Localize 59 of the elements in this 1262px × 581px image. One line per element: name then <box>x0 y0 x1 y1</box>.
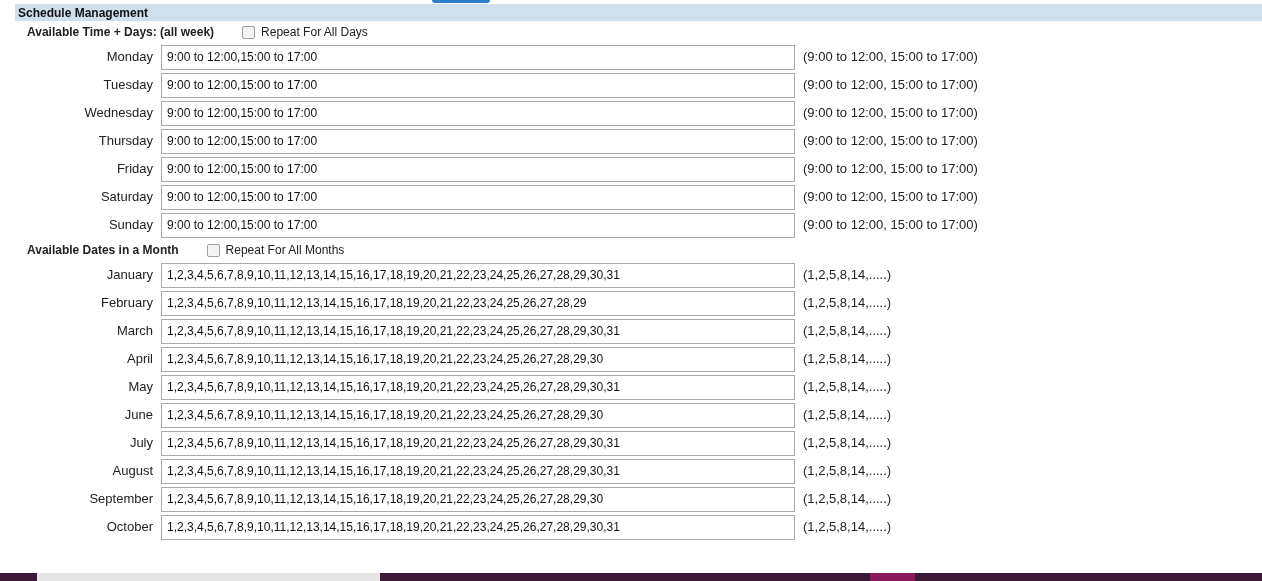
text-field[interactable]: 1,2,3,4,5,6,7,8,9,10,11,12,13,14,15,16,17,18,19,20,21,22,23,24,25,26,27,28,29,30,31 <box>161 262 795 288</box>
format-hint: (1,2,5,8,14,.....) <box>803 322 892 341</box>
row-label: August <box>111 462 154 481</box>
row-label: June <box>123 406 154 425</box>
row-label: March <box>115 322 154 341</box>
text-field[interactable]: 9:00 to 12:00,15:00 to 17:00 <box>161 212 795 238</box>
section-label: Available Time + Days: (all week) <box>27 24 215 41</box>
row-label: January <box>105 266 154 285</box>
row-label: July <box>128 434 154 453</box>
checkbox-label: Repeat For All Days <box>261 24 368 41</box>
checkbox-label: Repeat For All Months <box>225 242 345 259</box>
row-label: May <box>127 378 154 397</box>
format-hint: (1,2,5,8,14,.....) <box>803 266 892 285</box>
row-label: Tuesday <box>102 76 154 95</box>
row-label: Sunday <box>107 216 154 235</box>
format-hint: (1,2,5,8,14,.....) <box>803 406 892 425</box>
row-label: Wednesday <box>83 104 154 123</box>
text-field[interactable]: 1,2,3,4,5,6,7,8,9,10,11,12,13,14,15,16,17,18,19,20,21,22,23,24,25,26,27,28,29,30,31 <box>161 514 795 540</box>
text-field[interactable]: 1,2,3,4,5,6,7,8,9,10,11,12,13,14,15,16,17,18,19,20,21,22,23,24,25,26,27,28,29,30,31 <box>161 318 795 344</box>
text-field[interactable]: 9:00 to 12:00,15:00 to 17:00 <box>161 156 795 182</box>
text-field[interactable]: 1,2,3,4,5,6,7,8,9,10,11,12,13,14,15,16,17,18,19,20,21,22,23,24,25,26,27,28,29,30,31 <box>161 430 795 456</box>
format-hint: (1,2,5,8,14,.....) <box>803 462 892 481</box>
row-label: Saturday <box>99 188 154 207</box>
row-label: September <box>88 490 154 509</box>
checkbox[interactable] <box>206 243 220 257</box>
text-field[interactable]: 9:00 to 12:00,15:00 to 17:00 <box>161 44 795 70</box>
text-field[interactable]: 1,2,3,4,5,6,7,8,9,10,11,12,13,14,15,16,17,18,19,20,21,22,23,24,25,26,27,28,29 <box>161 290 795 316</box>
text-field[interactable]: 9:00 to 12:00,15:00 to 17:00 <box>161 100 795 126</box>
format-hint: (1,2,5,8,14,.....) <box>803 294 892 313</box>
format-hint: (1,2,5,8,14,.....) <box>803 434 892 453</box>
row-label: Monday <box>105 48 154 67</box>
text-field[interactable]: 1,2,3,4,5,6,7,8,9,10,11,12,13,14,15,16,17,18,19,20,21,22,23,24,25,26,27,28,29,30 <box>161 346 795 372</box>
text-field[interactable]: 1,2,3,4,5,6,7,8,9,10,11,12,13,14,15,16,17,18,19,20,21,22,23,24,25,26,27,28,29,30 <box>161 486 795 512</box>
text-field[interactable]: 1,2,3,4,5,6,7,8,9,10,11,12,13,14,15,16,17,18,19,20,21,22,23,24,25,26,27,28,29,30,31 <box>161 458 795 484</box>
text-field[interactable]: 9:00 to 12:00,15:00 to 17:00 <box>161 128 795 154</box>
text-field[interactable]: 9:00 to 12:00,15:00 to 17:00 <box>161 72 795 98</box>
format-hint: (1,2,5,8,14,.....) <box>803 490 892 509</box>
format-hint: (9:00 to 12:00, 15:00 to 17:00) <box>803 132 978 151</box>
row-label: Friday <box>115 160 154 179</box>
format-hint: (9:00 to 12:00, 15:00 to 17:00) <box>803 188 978 207</box>
format-hint: (1,2,5,8,14,.....) <box>803 518 892 537</box>
row-label: Thursday <box>97 132 154 151</box>
format-hint: (9:00 to 12:00, 15:00 to 17:00) <box>803 76 978 95</box>
text-field[interactable]: 9:00 to 12:00,15:00 to 17:00 <box>161 184 795 210</box>
checkbox[interactable] <box>242 25 256 39</box>
row-label: February <box>99 294 154 313</box>
format-hint: (1,2,5,8,14,.....) <box>803 350 892 369</box>
format-hint: (9:00 to 12:00, 15:00 to 17:00) <box>803 160 978 179</box>
row-label: October <box>105 518 154 537</box>
text-field[interactable]: 1,2,3,4,5,6,7,8,9,10,11,12,13,14,15,16,17,18,19,20,21,22,23,24,25,26,27,28,29,30,31 <box>161 374 795 400</box>
format-hint: (1,2,5,8,14,.....) <box>803 378 892 397</box>
format-hint: (9:00 to 12:00, 15:00 to 17:00) <box>803 216 978 235</box>
format-hint: (9:00 to 12:00, 15:00 to 17:00) <box>803 48 978 67</box>
row-label: April <box>126 350 154 369</box>
section-header: Schedule Management <box>15 4 1262 21</box>
text-field[interactable]: 1,2,3,4,5,6,7,8,9,10,11,12,13,14,15,16,17,18,19,20,21,22,23,24,25,26,27,28,29,30 <box>161 402 795 428</box>
section-label: Available Dates in a Month <box>27 242 179 259</box>
format-hint: (9:00 to 12:00, 15:00 to 17:00) <box>803 104 978 123</box>
tab-indicator <box>432 0 490 3</box>
